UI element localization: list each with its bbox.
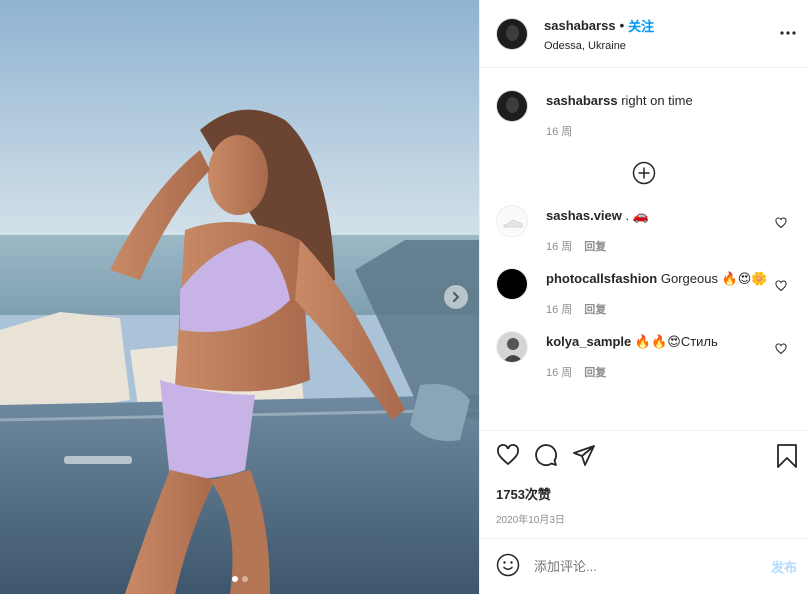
more-options-icon[interactable] [779, 24, 797, 40]
avatar[interactable] [496, 205, 528, 237]
comment-item: sashas.view . 🚗 16 周 回复 [496, 205, 791, 254]
carousel-dot-active [231, 576, 238, 582]
post-side-panel: sashabarss • 关注 Odessa, Ukraine sashabar… [479, 0, 807, 594]
post-photo[interactable] [0, 0, 479, 594]
caption-body: sashabarss right on time 16 周 [546, 90, 791, 139]
reply-button[interactable]: 回复 [584, 301, 606, 317]
comment-meta: 16 周 回复 [546, 364, 791, 380]
post-dialog: sashabarss • 关注 Odessa, Ukraine sashabar… [0, 0, 807, 594]
like-comment-button[interactable] [775, 217, 787, 232]
caption-text: right on time [621, 93, 693, 108]
carousel-dots [0, 576, 479, 582]
plus-circle-icon [632, 161, 655, 185]
caption-username[interactable]: sashabarss [546, 93, 618, 108]
follow-button[interactable]: 关注 [628, 16, 654, 35]
comment-text-line: kolya_sample 🔥🔥😍Стиль [546, 331, 791, 351]
comment-meta: 16 周 回复 [546, 238, 791, 254]
carousel-dot [241, 576, 248, 582]
bookmark-icon [777, 444, 797, 468]
comment-text: . 🚗 [625, 208, 649, 223]
caption-text-line: sashabarss right on time [546, 90, 791, 110]
post-comment-button[interactable]: 发布 [771, 557, 797, 576]
avatar[interactable] [496, 331, 528, 363]
heart-icon [497, 444, 519, 466]
header-line: sashabarss • 关注 [544, 16, 654, 35]
heart-icon [775, 343, 787, 355]
emoji-button[interactable] [496, 553, 520, 580]
heart-icon [775, 217, 787, 229]
chevron-right-icon [453, 292, 460, 302]
person-photo-icon [503, 338, 523, 362]
add-comment-input[interactable] [534, 559, 734, 574]
save-button[interactable] [775, 443, 799, 472]
post-actions [480, 430, 807, 482]
comment-time[interactable]: 16 周 [546, 301, 572, 317]
comment-text: Gorgeous 🔥😍🌼 [660, 271, 768, 286]
comment-time[interactable]: 16 周 [546, 238, 572, 254]
like-button[interactable] [496, 443, 520, 470]
comment-bubble-icon [535, 444, 557, 466]
add-comment-bar: 发布 [480, 538, 807, 594]
comment-username[interactable]: sashas.view [546, 208, 622, 223]
comment-text-line: photocallsfashion Gorgeous 🔥😍🌼 [546, 268, 791, 288]
avatar[interactable] [496, 90, 528, 122]
smiley-icon [496, 553, 520, 577]
comment-text-line: sashas.view . 🚗 [546, 205, 791, 225]
separator-dot: • [619, 17, 625, 33]
likes-count[interactable]: 1753次赞 [480, 484, 807, 503]
comment-item: kolya_sample 🔥🔥😍Стиль 16 周 回复 [496, 331, 791, 380]
like-comment-button[interactable] [775, 280, 787, 295]
comment-text: 🔥🔥😍Стиль [634, 334, 718, 349]
load-more-comments-button[interactable] [496, 161, 791, 185]
caption-meta: 16 周 [546, 123, 791, 139]
avatar[interactable] [496, 268, 528, 300]
comment-time[interactable]: 16 周 [546, 364, 572, 380]
reply-button[interactable]: 回复 [584, 364, 606, 380]
reply-button[interactable]: 回复 [584, 238, 606, 254]
heart-icon [775, 280, 787, 292]
comment-button[interactable] [534, 443, 558, 470]
location-link[interactable]: Odessa, Ukraine [544, 40, 654, 52]
comment-body: photocallsfashion Gorgeous 🔥😍🌼 16 周 回复 [546, 268, 791, 317]
post-header: sashabarss • 关注 Odessa, Ukraine [480, 0, 807, 68]
paper-plane-icon [573, 445, 595, 466]
comment-username[interactable]: kolya_sample [546, 334, 631, 349]
header-text: sashabarss • 关注 Odessa, Ukraine [544, 16, 654, 52]
comment-username[interactable]: photocallsfashion [546, 271, 657, 286]
sneaker-icon [503, 219, 523, 228]
photo-image [0, 0, 479, 594]
caption: sashabarss right on time 16 周 [496, 68, 791, 139]
comment-body: kolya_sample 🔥🔥😍Стиль 16 周 回复 [546, 331, 791, 380]
post-date[interactable]: 2020年10月3日 [480, 511, 807, 526]
comment-meta: 16 周 回复 [546, 301, 791, 317]
comments-list[interactable]: sashabarss right on time 16 周 sashas.vie… [480, 68, 807, 430]
comment-item: photocallsfashion Gorgeous 🔥😍🌼 16 周 回复 [496, 268, 791, 317]
ellipsis-icon [780, 31, 796, 35]
like-comment-button[interactable] [775, 343, 787, 358]
comment-body: sashas.view . 🚗 16 周 回复 [546, 205, 791, 254]
next-photo-button[interactable] [444, 285, 468, 309]
share-button[interactable] [572, 443, 596, 470]
caption-time[interactable]: 16 周 [546, 123, 572, 139]
author-username[interactable]: sashabarss [544, 18, 616, 33]
avatar[interactable] [496, 17, 528, 50]
